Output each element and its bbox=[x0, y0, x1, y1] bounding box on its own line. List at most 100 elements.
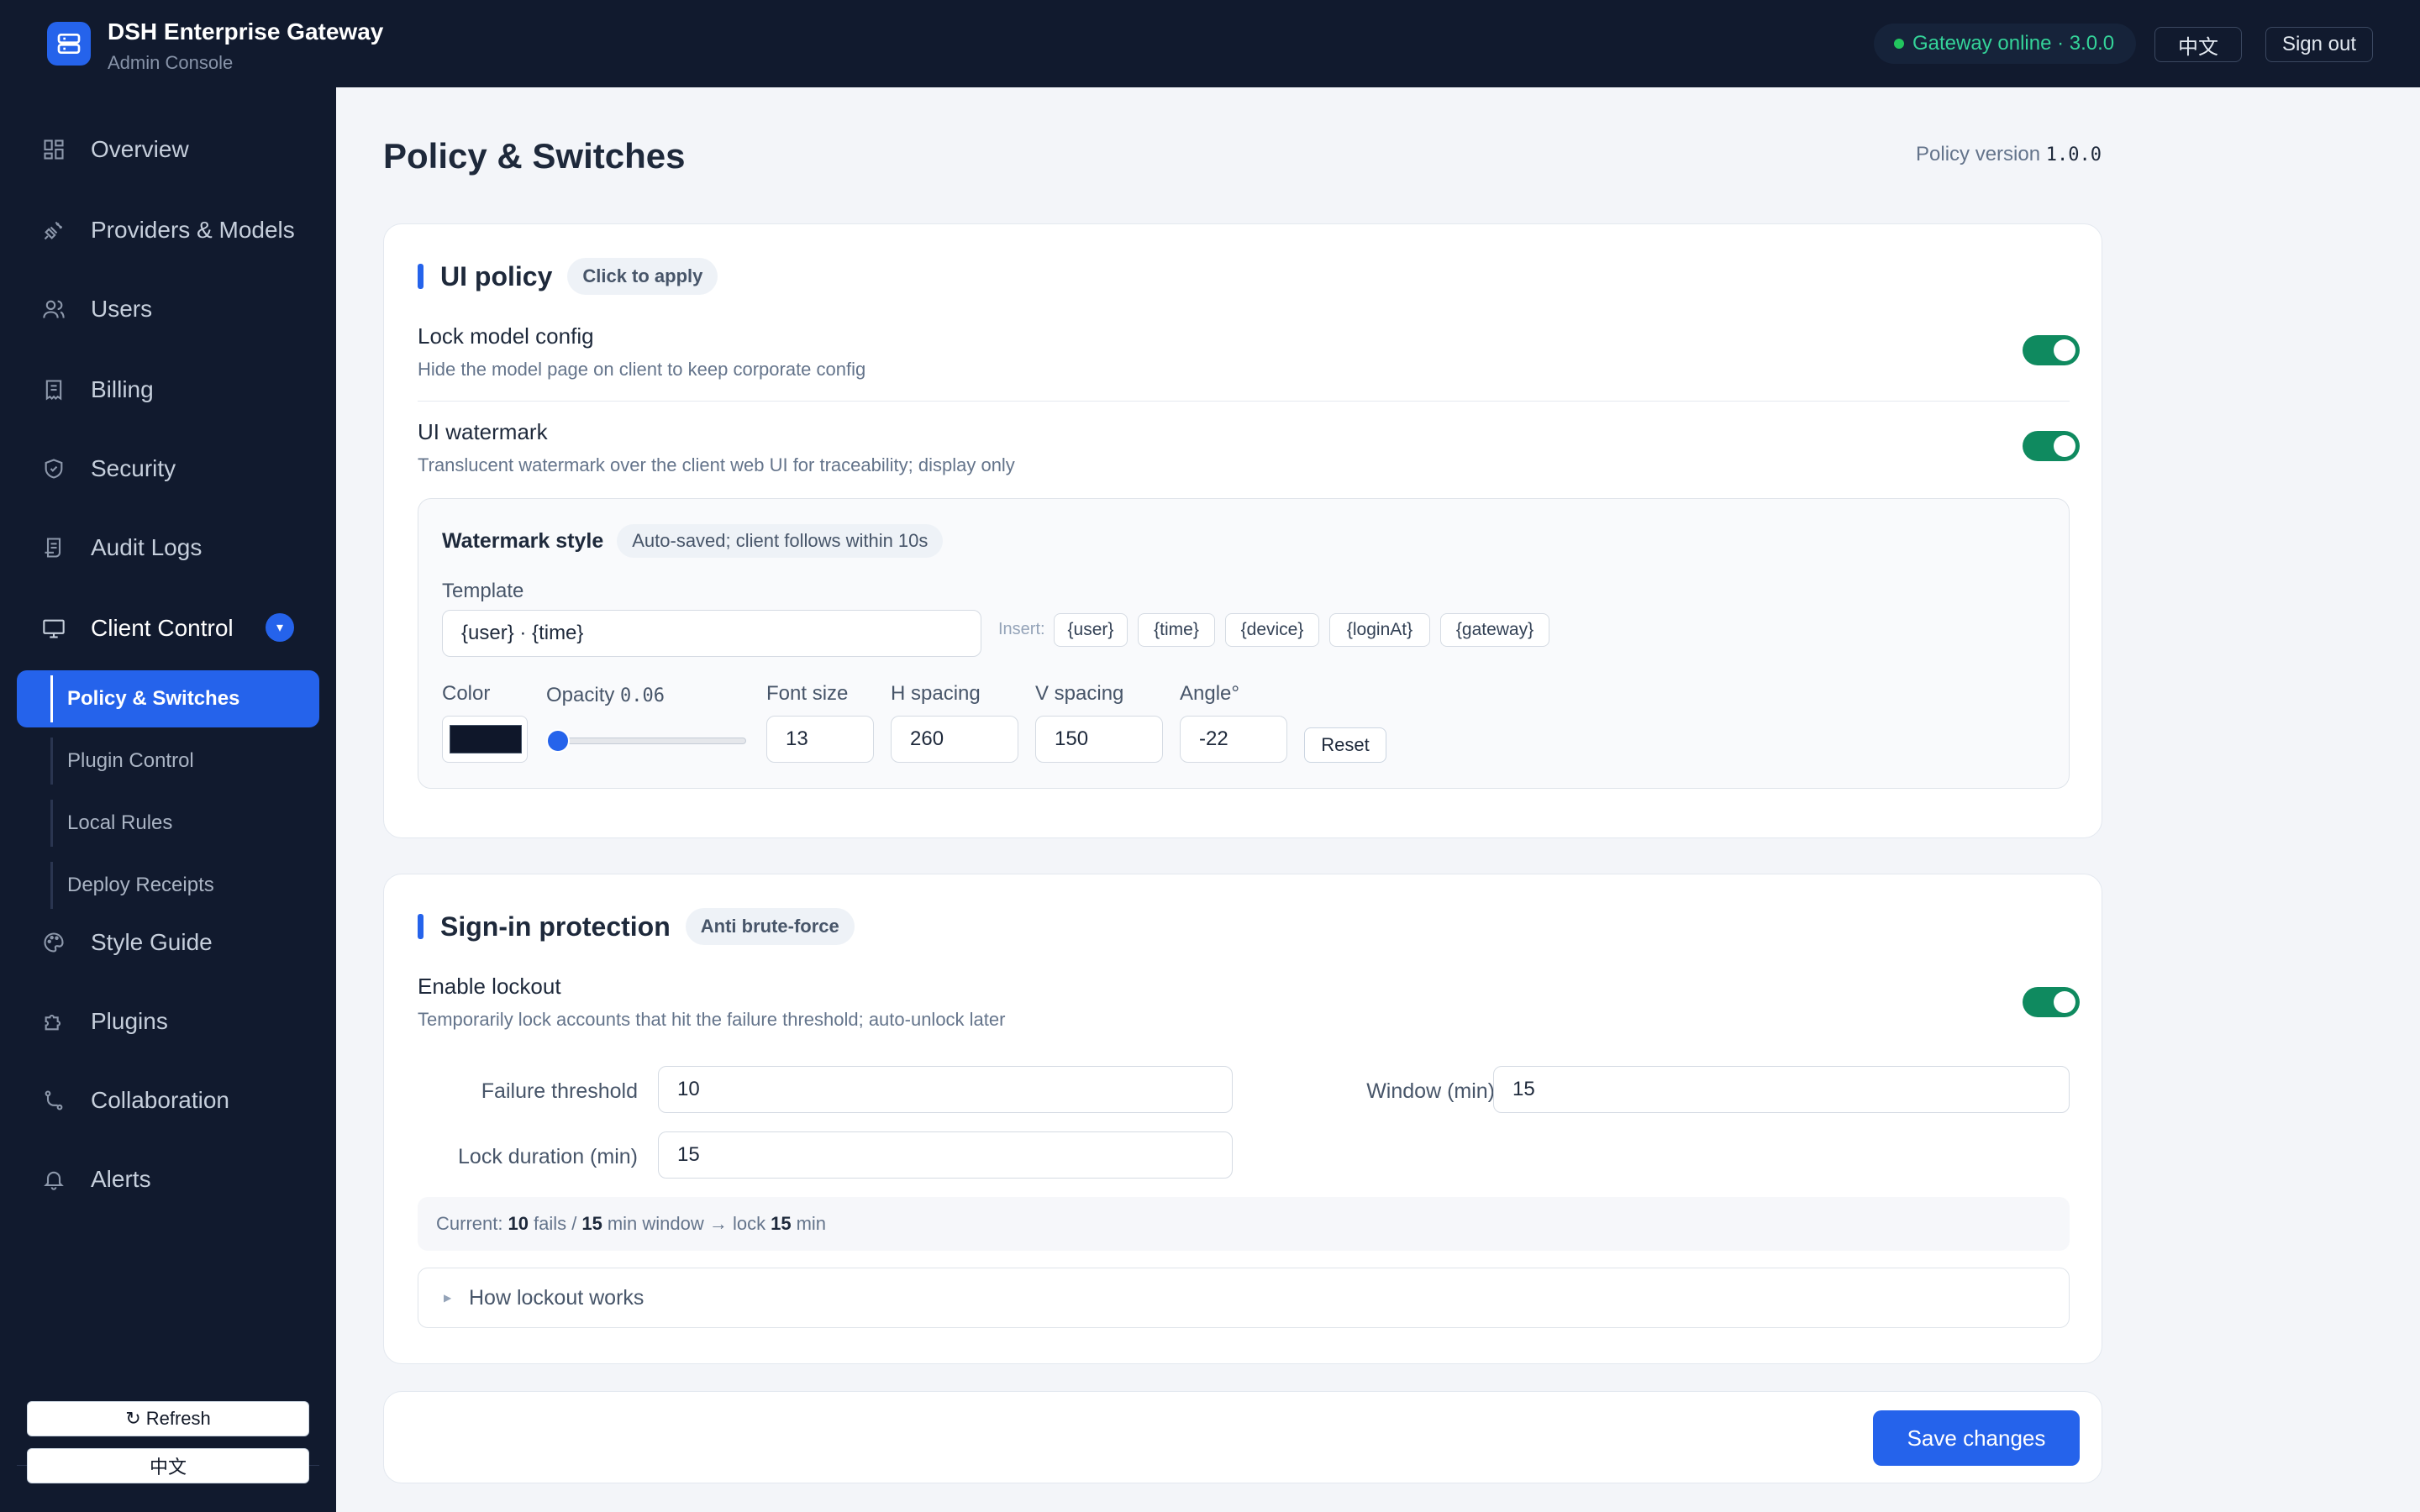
summary-window-value: 15 bbox=[581, 1213, 602, 1234]
top-bar: DSH Enterprise Gateway Admin Console Gat… bbox=[0, 0, 2420, 87]
language-button[interactable]: 中文 bbox=[2154, 27, 2242, 62]
sidebar-item-plugins[interactable]: Plugins bbox=[17, 991, 319, 1052]
ui-watermark-toggle[interactable] bbox=[2023, 431, 2080, 461]
sidebar-item-security[interactable]: Security bbox=[17, 438, 319, 499]
sidebar-item-label: Plugins bbox=[91, 1008, 168, 1034]
color-swatch bbox=[450, 725, 522, 753]
sidebar-subitem-deploy-receipts[interactable]: Deploy Receipts bbox=[17, 857, 319, 914]
color-label: Color bbox=[442, 682, 491, 705]
lockout-summary: Current: 10 fails / 15 min window → lock… bbox=[418, 1197, 2070, 1251]
opacity-slider-track[interactable] bbox=[546, 738, 746, 744]
summary-fails-text: fails / bbox=[533, 1213, 577, 1234]
h-spacing-input[interactable]: 260 bbox=[891, 716, 1018, 763]
sign-in-protection-title: Sign-in protection bbox=[440, 911, 671, 942]
sidebar-item-client-control[interactable]: Client Control ▾ bbox=[17, 598, 319, 659]
font-size-label: Font size bbox=[766, 682, 849, 705]
sidebar-item-alerts[interactable]: Alerts bbox=[17, 1149, 319, 1210]
enable-lockout-toggle[interactable] bbox=[2023, 987, 2080, 1017]
insert-chip-user[interactable]: {user} bbox=[1054, 613, 1128, 647]
angle-label: Angle° bbox=[1180, 682, 1239, 705]
angle-input[interactable]: -22 bbox=[1180, 716, 1287, 763]
refresh-button[interactable]: ↻ Refresh bbox=[27, 1401, 309, 1436]
sidebar-subitem-label: Plugin Control bbox=[67, 749, 194, 772]
opacity-label: Opacity 0.06 bbox=[546, 684, 665, 707]
window-input[interactable]: 15 bbox=[1493, 1066, 2070, 1113]
receipt-icon bbox=[45, 380, 62, 401]
v-spacing-label: V spacing bbox=[1035, 682, 1124, 705]
sidebar-item-label: Alerts bbox=[91, 1166, 151, 1192]
sidebar-item-overview[interactable]: Overview bbox=[17, 119, 319, 180]
sidebar-subitem-label: Local Rules bbox=[67, 811, 173, 834]
enable-lockout-title: Enable lockout bbox=[418, 974, 561, 999]
template-label: Template bbox=[442, 580, 524, 602]
sidebar-item-collaboration[interactable]: Collaboration bbox=[17, 1070, 319, 1131]
insert-chip-device[interactable]: {device} bbox=[1225, 613, 1319, 647]
sign-in-protection-card: Sign-in protection Anti brute-force Enab… bbox=[383, 874, 2102, 1364]
lock-model-toggle[interactable] bbox=[2023, 335, 2080, 365]
window-label: Window (min) bbox=[1366, 1079, 1495, 1103]
sidebar-item-style-guide[interactable]: Style Guide bbox=[17, 912, 319, 973]
sidebar-language-button[interactable]: 中文 bbox=[27, 1448, 309, 1483]
h-spacing-label: H spacing bbox=[891, 682, 981, 705]
sidebar-item-label: Billing bbox=[91, 376, 154, 402]
insert-chip-loginat[interactable]: {loginAt} bbox=[1329, 613, 1430, 647]
insert-chip-gateway[interactable]: {gateway} bbox=[1440, 613, 1549, 647]
plug-icon bbox=[44, 221, 63, 240]
policy-version-label: Policy version bbox=[1916, 143, 2041, 165]
summary-fails-value: 10 bbox=[508, 1213, 529, 1234]
sidebar-subitem-plugin-control[interactable]: Plugin Control bbox=[17, 732, 319, 790]
log-icon bbox=[45, 538, 61, 558]
page-title: Policy & Switches bbox=[383, 136, 686, 176]
opacity-value: 0.06 bbox=[620, 685, 666, 706]
reset-button[interactable]: Reset bbox=[1304, 727, 1386, 763]
ui-policy-header: UI policy Click to apply bbox=[418, 258, 718, 295]
watermark-style-pill: Auto-saved; client follows within 10s bbox=[617, 524, 944, 558]
insert-chip-time[interactable]: {time} bbox=[1138, 613, 1215, 647]
summary-lock-text: min bbox=[796, 1213, 827, 1234]
template-input[interactable]: {user} · {time} bbox=[442, 610, 981, 657]
watermark-style-title: Watermark style bbox=[442, 528, 604, 553]
sidebar-item-label: Client Control bbox=[91, 615, 234, 641]
lock-model-title: Lock model config bbox=[418, 323, 594, 349]
sign-out-button[interactable]: Sign out bbox=[2265, 27, 2373, 62]
sidebar: Overview Providers & Models Users Billin… bbox=[0, 87, 336, 1512]
opacity-label-text: Opacity bbox=[546, 684, 615, 706]
lock-duration-input[interactable]: 15 bbox=[658, 1131, 1233, 1179]
sidebar-subitem-policy-switches[interactable]: Policy & Switches bbox=[17, 670, 319, 727]
save-bar: Save changes bbox=[383, 1391, 2102, 1483]
caret-right-icon: ▶ bbox=[444, 1292, 452, 1304]
users-icon bbox=[43, 300, 65, 318]
ui-watermark-desc: Translucent watermark over the client we… bbox=[418, 454, 1015, 475]
sidebar-item-label: Overview bbox=[91, 136, 189, 162]
how-lockout-works-label: How lockout works bbox=[469, 1285, 644, 1310]
ui-policy-card: UI policy Click to apply Lock model conf… bbox=[383, 223, 2102, 838]
puzzle-icon bbox=[45, 1014, 61, 1031]
save-changes-button[interactable]: Save changes bbox=[1873, 1410, 2080, 1466]
sign-in-protection-header: Sign-in protection Anti brute-force bbox=[418, 908, 855, 945]
chevron-down-icon[interactable]: ▾ bbox=[266, 613, 294, 642]
v-spacing-input[interactable]: 150 bbox=[1035, 716, 1163, 763]
lock-model-desc: Hide the model page on client to keep co… bbox=[418, 359, 866, 380]
sidebar-item-label: Security bbox=[91, 455, 176, 481]
policy-version: Policy version 1.0.0 bbox=[1916, 143, 2420, 166]
sidebar-subitem-local-rules[interactable]: Local Rules bbox=[17, 795, 319, 852]
sidebar-item-users[interactable]: Users bbox=[17, 279, 319, 339]
sidebar-item-providers[interactable]: Providers & Models bbox=[17, 200, 319, 260]
ui-policy-title: UI policy bbox=[440, 260, 553, 291]
sidebar-item-audit-logs[interactable]: Audit Logs bbox=[17, 517, 319, 578]
sign-in-protection-pill: Anti brute-force bbox=[685, 908, 855, 945]
opacity-slider-handle[interactable] bbox=[546, 729, 571, 753]
sidebar-item-label: Providers & Models bbox=[91, 217, 295, 243]
app-title: DSH Enterprise Gateway bbox=[108, 18, 384, 45]
app-subtitle: Admin Console bbox=[108, 52, 234, 73]
sidebar-item-billing[interactable]: Billing bbox=[17, 360, 319, 420]
color-picker[interactable] bbox=[442, 716, 528, 763]
font-size-input[interactable]: 13 bbox=[766, 716, 874, 763]
sidebar-item-label: Users bbox=[91, 296, 153, 322]
main-content: Policy & Switches Policy version 1.0.0 U… bbox=[336, 87, 2420, 1512]
how-lockout-works-details[interactable]: ▶ How lockout works bbox=[418, 1268, 2070, 1328]
ui-policy-pill: Click to apply bbox=[567, 258, 718, 295]
gateway-status-badge: Gateway online · 3.0.0 bbox=[1874, 24, 2137, 64]
watermark-style-panel: Watermark style Auto-saved; client follo… bbox=[418, 498, 2070, 789]
failure-threshold-input[interactable]: 10 bbox=[658, 1066, 1233, 1113]
